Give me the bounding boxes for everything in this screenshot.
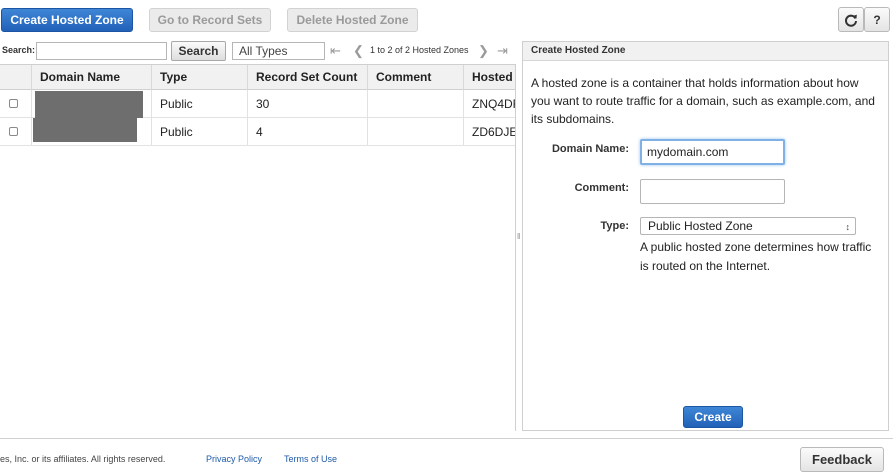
row-checkbox[interactable] <box>9 127 18 136</box>
table-header: Domain Name Type Record Set Count Commen… <box>0 65 515 90</box>
search-label: Search: <box>2 45 36 55</box>
column-record-set-count[interactable]: Record Set Count <box>247 65 368 90</box>
redacted-domain <box>35 91 143 118</box>
row-comment <box>367 90 464 118</box>
previous-page-icon[interactable]: ❮ <box>353 43 364 59</box>
row-type: Public <box>151 90 248 118</box>
refresh-icon <box>845 14 857 27</box>
pagination-text: 1 to 2 of 2 Hosted Zones <box>370 45 469 55</box>
type-label: Type: <box>600 220 629 232</box>
comment-field[interactable] <box>640 179 785 204</box>
privacy-policy-link[interactable]: Privacy Policy <box>206 454 262 464</box>
column-comment[interactable]: Comment <box>367 65 464 90</box>
next-page-icon[interactable]: ❯ <box>478 43 489 59</box>
zone-type-value: Public Hosted Zone <box>648 219 753 233</box>
first-page-icon[interactable]: ⇤ <box>330 43 341 59</box>
domain-name-field[interactable]: mydomain.com <box>640 139 785 165</box>
zone-type-select[interactable]: Public Hosted Zone ↕ <box>640 217 856 235</box>
footer: es, Inc. or its affiliates. All rights r… <box>0 438 893 476</box>
row-comment <box>367 118 464 146</box>
go-to-record-sets-button[interactable]: Go to Record Sets <box>149 8 271 32</box>
create-hosted-zone-panel: Create Hosted Zone A hosted zone is a co… <box>522 41 889 431</box>
row-hosted-zone-id: ZNQ4DF <box>463 90 515 118</box>
refresh-button[interactable] <box>838 7 864 32</box>
select-arrows-icon: ↕ <box>845 222 851 232</box>
search-button[interactable]: Search <box>171 41 226 61</box>
redacted-domain <box>33 118 137 142</box>
help-icon: ? <box>873 12 881 27</box>
panel-splitter-handle[interactable]: ‖ <box>517 232 520 241</box>
row-record-set-count: 4 <box>247 118 368 146</box>
delete-hosted-zone-button[interactable]: Delete Hosted Zone <box>287 8 418 32</box>
create-hosted-zone-button[interactable]: Create Hosted Zone <box>1 8 133 32</box>
terms-of-use-link[interactable]: Terms of Use <box>284 454 337 464</box>
panel-title: Create Hosted Zone <box>523 42 888 61</box>
comment-label: Comment: <box>574 182 629 194</box>
column-domain-name[interactable]: Domain Name <box>31 65 152 90</box>
row-type: Public <box>151 118 248 146</box>
search-input[interactable] <box>36 42 167 60</box>
zone-type-help-text: A public hosted zone determines how traf… <box>640 240 872 273</box>
panel-description: A hosted zone is a container that holds … <box>531 76 875 126</box>
column-type[interactable]: Type <box>151 65 248 90</box>
hosted-zones-table: Domain Name Type Record Set Count Commen… <box>0 64 516 431</box>
create-button[interactable]: Create <box>683 406 743 428</box>
row-hosted-zone-id: ZD6DJET <box>463 118 515 146</box>
help-button[interactable]: ? <box>864 7 890 32</box>
type-filter-select[interactable]: All Types <box>232 42 325 60</box>
copyright-text: es, Inc. or its affiliates. All rights r… <box>0 454 166 464</box>
table-row[interactable]: Public 4 ZD6DJET <box>0 118 515 146</box>
last-page-icon[interactable]: ⇥ <box>497 43 508 59</box>
feedback-button[interactable]: Feedback <box>800 447 884 472</box>
top-toolbar: Create Hosted Zone Go to Record Sets Del… <box>0 0 893 38</box>
search-bar: Search: Search All Types ⇤ ❮ 1 to 2 of 2… <box>0 40 516 62</box>
column-hosted-zone-id[interactable]: Hosted Zone ID <box>463 65 515 90</box>
row-checkbox[interactable] <box>9 99 18 108</box>
table-row[interactable]: Public 30 ZNQ4DF <box>0 90 515 118</box>
domain-name-label: Domain Name: <box>551 143 629 155</box>
row-record-set-count: 30 <box>247 90 368 118</box>
